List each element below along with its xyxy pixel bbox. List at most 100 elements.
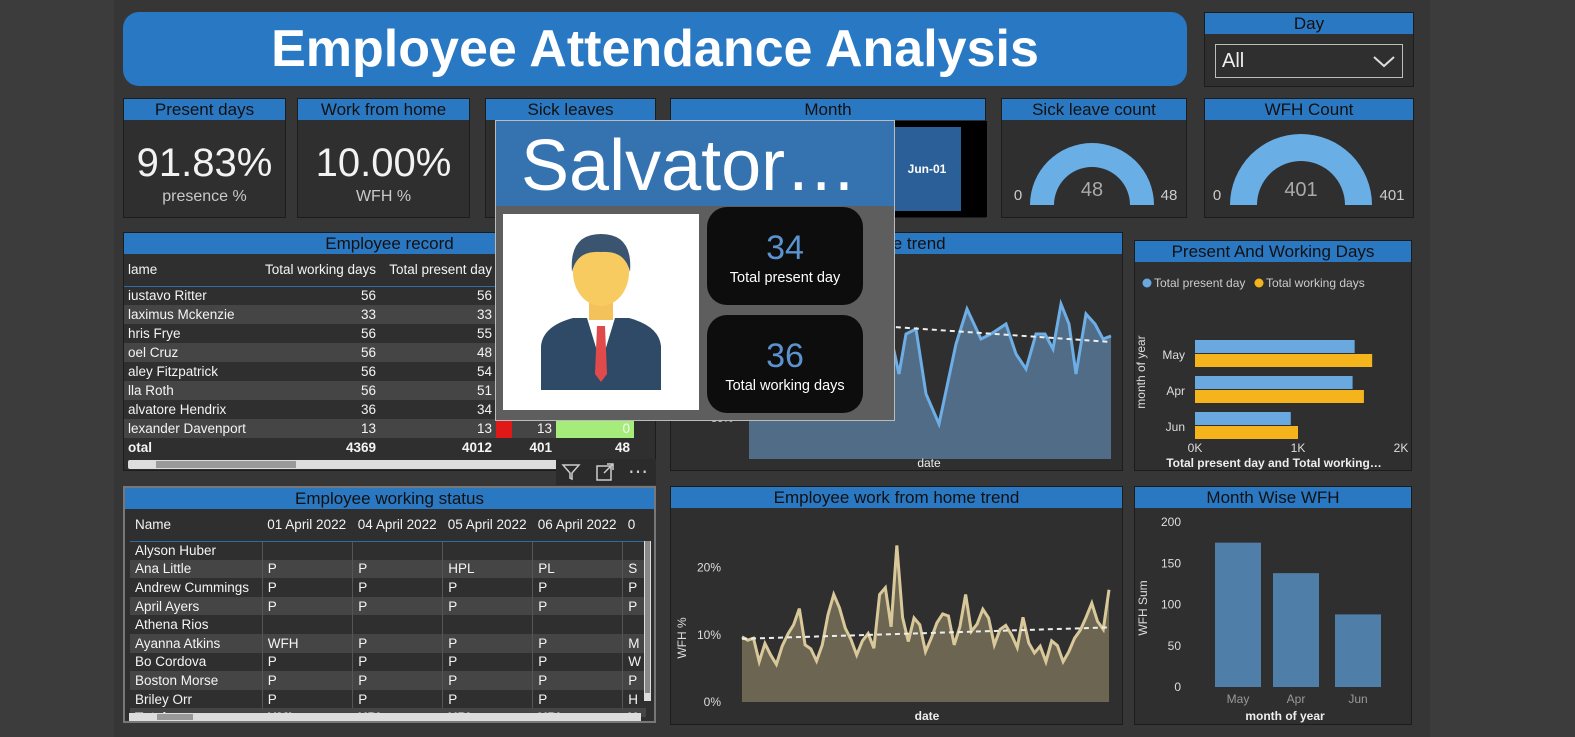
- table-row[interactable]: Briley Orr P P P P H: [130, 689, 646, 709]
- table-row[interactable]: Athena Rios: [130, 615, 646, 634]
- table-row[interactable]: lexander Davenport 13 13 13 0: [124, 419, 634, 438]
- value-cell: 56: [360, 288, 376, 304]
- table-row[interactable]: Boston Morse P P P P P: [130, 671, 646, 690]
- value-cell: 34: [476, 402, 492, 417]
- col-working-days[interactable]: Total working days: [256, 254, 380, 287]
- day-dropdown[interactable]: All: [1215, 44, 1403, 78]
- report-canvas: { "title": "Employee Attendance Analysis…: [0, 0, 1575, 737]
- col-present-days[interactable]: Total present day: [380, 254, 496, 287]
- status-cell: P: [352, 578, 443, 597]
- ws-vertical-scrollbar[interactable]: [644, 541, 651, 701]
- tooltip-employee-name: Salvator…: [496, 121, 894, 206]
- present-working-header: Present And Working Days: [1135, 241, 1411, 262]
- employee-name-cell: aley Fitzpatrick: [128, 364, 219, 379]
- status-cell: P: [261, 652, 353, 672]
- focus-mode-icon[interactable]: [595, 462, 615, 486]
- status-cell: P: [532, 578, 623, 597]
- pw-category-label: May: [1162, 348, 1185, 362]
- pw-bar-present[interactable]: [1195, 412, 1291, 425]
- sick-gauge-min: 0: [1014, 187, 1022, 204]
- pw-bar-present[interactable]: [1195, 376, 1353, 389]
- col-name[interactable]: lame: [124, 254, 256, 287]
- tooltip-working-value: 36: [766, 337, 804, 375]
- status-cell: P: [532, 689, 623, 709]
- pw-x-tick: 2K: [1394, 441, 1409, 455]
- value-cell: 48: [380, 343, 496, 362]
- mw-y-tick: 50: [1168, 639, 1182, 653]
- working-status-table: Name 01 April 2022 04 April 2022 05 Apri…: [130, 509, 646, 717]
- tooltip-present-value: 34: [766, 229, 804, 267]
- table-row[interactable]: Bo Cordova P P P P W: [130, 652, 646, 672]
- mw-y-axis-label: WFH Sum: [1136, 580, 1150, 635]
- employee-name-cell: lla Roth: [124, 381, 256, 400]
- wfh-y-tick: 10%: [697, 628, 721, 642]
- status-cell: P: [442, 596, 533, 616]
- value-cell: 55: [476, 326, 492, 341]
- table-row[interactable]: Andrew Cummings P P P P P: [130, 578, 646, 597]
- status-cell: [261, 541, 353, 560]
- ws-hscroll-thumb[interactable]: [157, 714, 193, 720]
- month-tile-jun[interactable]: Jun-01: [893, 127, 961, 211]
- present-working-visual: Present And Working Days Total present d…: [1134, 240, 1412, 471]
- mw-x-tick: Apr: [1287, 692, 1306, 706]
- wfh-area: [742, 545, 1109, 702]
- wfh-trend-header: Employee work from home trend: [671, 487, 1122, 508]
- right-margin: [1430, 0, 1575, 737]
- sick-gauge-svg: 48 0 48: [1014, 143, 1177, 205]
- ws-col-5[interactable]: 0: [622, 509, 646, 542]
- mw-x-tick: May: [1227, 692, 1250, 706]
- filter-icon[interactable]: [561, 462, 581, 486]
- table-row[interactable]: Ana Little P P HPL PL S: [130, 559, 646, 579]
- presence-x-label: date: [917, 456, 941, 470]
- pw-bar-present[interactable]: [1195, 340, 1355, 353]
- pw-bar-working[interactable]: [1195, 390, 1364, 403]
- employee-tooltip: Salvator… 34 Total present day 36 Total …: [495, 120, 895, 421]
- ws-col-name[interactable]: Name: [130, 509, 263, 542]
- value-cell: 56: [256, 343, 380, 362]
- legend-present: Total present day: [1154, 276, 1245, 290]
- status-cell: P: [622, 671, 646, 690]
- status-cell: [261, 615, 353, 634]
- status-cell: PL: [532, 559, 623, 579]
- value-cell: 0: [556, 419, 634, 438]
- wfh-count-header: WFH Count: [1205, 99, 1413, 120]
- mw-bar[interactable]: [1335, 614, 1381, 687]
- ws-col-4[interactable]: 06 April 2022: [532, 509, 623, 542]
- pw-bar-working[interactable]: [1195, 354, 1373, 367]
- value-cell: 56: [256, 381, 380, 400]
- more-options-icon[interactable]: ⋯: [628, 459, 648, 484]
- table-row[interactable]: April Ayers P P P P P: [130, 596, 646, 616]
- scrollbar-thumb[interactable]: [156, 461, 296, 468]
- mw-y-tick: 150: [1161, 556, 1181, 570]
- day-dropdown-value: All: [1222, 50, 1245, 72]
- mw-y-tick: 100: [1161, 598, 1181, 612]
- status-cell: P: [532, 652, 623, 672]
- wfh-gauge-value: 401: [1284, 179, 1317, 201]
- ws-col-2[interactable]: 04 April 2022: [352, 509, 443, 542]
- horizontal-scrollbar[interactable]: [128, 460, 628, 469]
- presence-percent-label: presence %: [162, 188, 247, 205]
- pw-category-label: Jun: [1166, 420, 1185, 434]
- tooltip-working-label: Total working days: [725, 378, 845, 394]
- table-row[interactable]: Alyson Huber: [130, 541, 646, 560]
- mw-x-axis-label: month of year: [1245, 709, 1325, 723]
- employee-name-cell: Briley Orr: [135, 691, 192, 707]
- chevron-down-icon[interactable]: [1372, 49, 1396, 81]
- ws-vscroll-thumb[interactable]: [645, 541, 650, 693]
- ws-col-1[interactable]: 01 April 2022: [262, 509, 353, 542]
- report-title: Employee Attendance Analysis: [123, 12, 1187, 86]
- status-cell: P: [442, 689, 533, 709]
- ws-horizontal-scrollbar[interactable]: [129, 713, 641, 721]
- mw-x-tick: Jun: [1348, 692, 1367, 706]
- mw-bar[interactable]: [1215, 542, 1261, 687]
- ws-col-3[interactable]: 05 April 2022: [442, 509, 533, 542]
- employee-name-cell: hris Frye: [128, 326, 181, 341]
- value-cell: 54: [476, 364, 492, 379]
- status-cell: P: [352, 689, 443, 709]
- table-row[interactable]: Ayanna Atkins WFH P P P M: [130, 633, 646, 653]
- mw-y-tick: 0: [1174, 680, 1181, 694]
- working-status-viewport: Name 01 April 2022 04 April 2022 05 Apri…: [125, 509, 646, 717]
- pw-bar-working[interactable]: [1195, 426, 1298, 439]
- mw-bar[interactable]: [1273, 573, 1319, 687]
- day-slicer: Day All: [1204, 12, 1414, 87]
